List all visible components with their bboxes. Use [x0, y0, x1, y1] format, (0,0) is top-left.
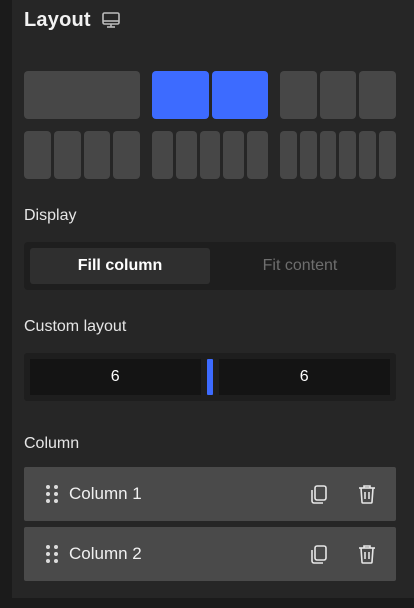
preset-segment — [113, 131, 140, 179]
preset-segment — [152, 131, 173, 179]
preset-5-columns[interactable] — [152, 131, 268, 179]
display-label: Display — [24, 207, 77, 224]
fit-content-option[interactable]: Fit content — [210, 248, 390, 284]
preset-segment — [319, 71, 357, 119]
trash-icon[interactable] — [356, 543, 378, 565]
preset-segment — [319, 131, 337, 179]
column-row[interactable]: Column 2 — [24, 527, 396, 581]
preset-segment — [152, 71, 209, 119]
panel-header: Layout — [24, 7, 121, 33]
preset-row — [24, 71, 397, 119]
layout-panel: Layout Display Fill column Fit content C… — [12, 0, 414, 598]
preset-segment — [280, 131, 297, 179]
preset-segment — [359, 71, 397, 119]
monitor-icon[interactable] — [101, 10, 121, 30]
preset-4-columns[interactable] — [24, 131, 140, 179]
preset-row — [24, 131, 396, 179]
preset-segment — [223, 131, 245, 179]
custom-layout-label: Custom layout — [24, 318, 127, 335]
right-column-width-input[interactable]: 6 — [218, 359, 390, 395]
trash-icon[interactable] — [356, 483, 378, 505]
preset-segment — [24, 71, 140, 119]
preset-segment — [339, 131, 357, 179]
preset-segment — [53, 131, 81, 179]
custom-layout-control: 6 6 — [24, 353, 396, 401]
duplicate-icon[interactable] — [308, 483, 330, 505]
panel-title: Layout — [24, 8, 91, 31]
preset-segment — [359, 131, 377, 179]
layout-presets — [24, 71, 397, 191]
column-label: Column 1 — [69, 484, 142, 503]
drag-handle-icon[interactable] — [44, 484, 60, 504]
left-column-width-input[interactable]: 6 — [30, 359, 201, 395]
preset-segment — [175, 131, 197, 179]
preset-segment — [199, 131, 221, 179]
preset-segment — [24, 131, 51, 179]
column-resize-handle[interactable] — [206, 359, 213, 395]
preset-segment — [211, 71, 268, 119]
preset-1-column[interactable] — [24, 71, 140, 119]
preset-segment — [83, 131, 111, 179]
display-toggle: Fill column Fit content — [24, 242, 396, 290]
drag-handle-icon[interactable] — [44, 544, 60, 564]
column-section-label: Column — [24, 435, 80, 452]
preset-segment — [280, 71, 317, 119]
preset-segment — [247, 131, 268, 179]
column-label: Column 2 — [69, 544, 142, 563]
preset-3-columns[interactable] — [280, 71, 397, 119]
column-row[interactable]: Column 1 — [24, 467, 396, 521]
preset-segment — [379, 131, 396, 179]
preset-6-columns[interactable] — [280, 131, 396, 179]
duplicate-icon[interactable] — [308, 543, 330, 565]
preset-segment — [299, 131, 317, 179]
preset-2-columns[interactable] — [152, 71, 268, 119]
fill-column-option[interactable]: Fill column — [30, 248, 210, 284]
